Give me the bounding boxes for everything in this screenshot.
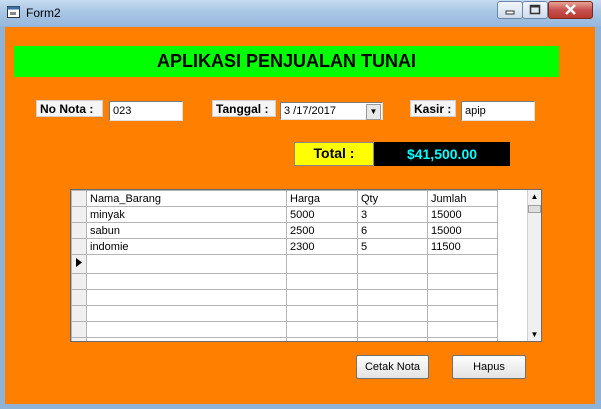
row-header[interactable] bbox=[71, 289, 87, 306]
tanggal-value: 3 /17/2017 bbox=[284, 105, 336, 117]
grid-cell[interactable] bbox=[86, 254, 287, 274]
vertical-scrollbar[interactable]: ▲ ▼ bbox=[527, 190, 541, 341]
column-header-qty[interactable]: Qty bbox=[357, 190, 428, 207]
window-border-bottom bbox=[0, 404, 601, 409]
row-header[interactable] bbox=[71, 337, 87, 341]
app-banner-title: APLIKASI PENJUALAN TUNAI bbox=[14, 46, 559, 77]
grid-cell[interactable] bbox=[357, 289, 428, 306]
grid-cell[interactable] bbox=[86, 337, 287, 341]
table-row-empty[interactable] bbox=[71, 273, 498, 290]
grid-cell[interactable] bbox=[427, 305, 498, 322]
grid-cell[interactable] bbox=[286, 337, 358, 341]
column-header-nama-barang[interactable]: Nama_Barang bbox=[86, 190, 287, 207]
grid-cell[interactable]: 2500 bbox=[286, 222, 358, 239]
grid-cell[interactable] bbox=[286, 254, 358, 274]
grid-cell[interactable]: 15000 bbox=[427, 206, 498, 223]
no-nota-input[interactable]: 023 bbox=[109, 101, 183, 121]
row-header-corner bbox=[71, 190, 87, 207]
grid-cell[interactable] bbox=[427, 254, 498, 274]
grid-cell[interactable]: minyak bbox=[86, 206, 287, 223]
row-header[interactable] bbox=[71, 321, 87, 338]
close-icon bbox=[565, 4, 576, 15]
grid-cell[interactable]: 5 bbox=[357, 238, 428, 255]
grid-cell[interactable]: 2300 bbox=[286, 238, 358, 255]
tanggal-datepicker[interactable]: 3 /17/2017 ▼ bbox=[280, 102, 383, 120]
row-header[interactable] bbox=[71, 273, 87, 290]
grid-cell[interactable] bbox=[86, 321, 287, 338]
table-row-empty[interactable] bbox=[71, 337, 498, 341]
grid-cell[interactable] bbox=[86, 305, 287, 322]
grid-cell[interactable]: indomie bbox=[86, 238, 287, 255]
grid-cell[interactable]: sabun bbox=[86, 222, 287, 239]
table-row-empty[interactable] bbox=[71, 289, 498, 306]
kasir-label: Kasir : bbox=[410, 100, 456, 117]
grid-cell[interactable]: 6 bbox=[357, 222, 428, 239]
grid-cell[interactable] bbox=[286, 305, 358, 322]
column-header-harga[interactable]: Harga bbox=[286, 190, 358, 207]
grid-cell[interactable] bbox=[286, 289, 358, 306]
grid-cell[interactable]: 15000 bbox=[427, 222, 498, 239]
maximize-icon bbox=[529, 4, 541, 15]
grid-cell[interactable]: 3 bbox=[357, 206, 428, 223]
total-label: Total : bbox=[294, 142, 374, 166]
grid-cell[interactable] bbox=[357, 337, 428, 341]
grid-header-row: Nama_Barang Harga Qty Jumlah bbox=[71, 190, 498, 207]
tanggal-label: Tanggal : bbox=[212, 100, 276, 117]
minimize-icon bbox=[505, 10, 515, 15]
table-row-empty[interactable] bbox=[71, 321, 498, 338]
row-header[interactable] bbox=[71, 305, 87, 322]
table-row[interactable]: minyak 5000 3 15000 bbox=[71, 206, 498, 223]
scroll-down-icon[interactable]: ▼ bbox=[528, 328, 541, 341]
table-row[interactable]: indomie 2300 5 11500 bbox=[71, 238, 498, 255]
grid-cell[interactable] bbox=[427, 321, 498, 338]
window-title: Form2 bbox=[26, 6, 61, 20]
grid-cell[interactable]: 5000 bbox=[286, 206, 358, 223]
window-border-right bbox=[595, 27, 601, 409]
no-nota-label: No Nota : bbox=[36, 100, 103, 117]
table-row-empty[interactable] bbox=[71, 305, 498, 322]
sales-datagrid[interactable]: Nama_Barang Harga Qty Jumlah minyak 5000… bbox=[70, 189, 542, 342]
grid-cell[interactable] bbox=[427, 337, 498, 341]
row-header[interactable] bbox=[71, 238, 87, 255]
grid-cell[interactable]: 11500 bbox=[427, 238, 498, 255]
column-header-jumlah[interactable]: Jumlah bbox=[427, 190, 498, 207]
grid-cell[interactable] bbox=[427, 289, 498, 306]
table-row[interactable]: sabun 2500 6 15000 bbox=[71, 222, 498, 239]
scroll-up-icon[interactable]: ▲ bbox=[528, 190, 541, 203]
total-value: $41,500.00 bbox=[374, 142, 510, 166]
title-bar[interactable]: Form2 bbox=[0, 0, 601, 26]
chevron-down-icon[interactable]: ▼ bbox=[366, 104, 381, 120]
table-row-new[interactable] bbox=[71, 254, 498, 274]
app-window: Form2 APLIKASI PENJUALAN TUNAI No Nota :… bbox=[0, 0, 601, 409]
minimize-button[interactable] bbox=[497, 1, 523, 19]
cetak-nota-button[interactable]: Cetak Nota bbox=[356, 355, 429, 379]
grid-cell[interactable] bbox=[86, 273, 287, 290]
row-header-current[interactable] bbox=[71, 254, 87, 274]
maximize-button[interactable] bbox=[522, 1, 548, 19]
grid-cell[interactable] bbox=[86, 289, 287, 306]
form-client-area: APLIKASI PENJUALAN TUNAI No Nota : 023 T… bbox=[5, 27, 595, 404]
grid-cell[interactable] bbox=[427, 273, 498, 290]
grid-cell[interactable] bbox=[357, 305, 428, 322]
hapus-button[interactable]: Hapus bbox=[452, 355, 526, 379]
grid-cell[interactable] bbox=[357, 321, 428, 338]
kasir-input[interactable]: apip bbox=[461, 101, 535, 121]
grid-cell[interactable] bbox=[286, 321, 358, 338]
close-button[interactable] bbox=[548, 1, 593, 19]
grid-cell[interactable] bbox=[357, 273, 428, 290]
grid-cell[interactable] bbox=[357, 254, 428, 274]
current-row-arrow-icon bbox=[76, 258, 82, 267]
row-header[interactable] bbox=[71, 206, 87, 223]
grid-cell[interactable] bbox=[286, 273, 358, 290]
form-app-icon bbox=[7, 6, 20, 18]
scrollbar-thumb[interactable] bbox=[528, 205, 541, 213]
row-header[interactable] bbox=[71, 222, 87, 239]
